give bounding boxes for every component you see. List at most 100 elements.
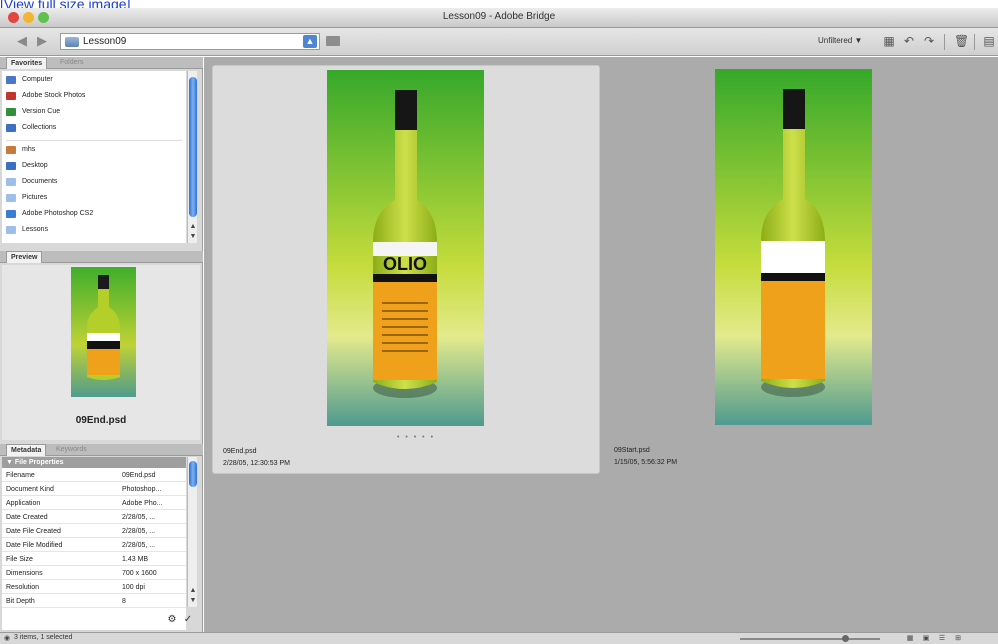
metadata-row: Application Adobe Pho... (2, 497, 186, 510)
thumbnail-image: OLIO (327, 70, 484, 426)
thumbnail-item-09end[interactable]: OLIO • • • • • 09End.psd 2/28/05, 12:30:… (212, 65, 600, 474)
metadata-value: 100 dpi (122, 584, 145, 591)
back-button[interactable]: ◀ (14, 33, 30, 49)
metadata-value: 1.43 MB (122, 556, 149, 563)
forward-button[interactable]: ▶ (34, 33, 50, 49)
thumbnail-date: 1/15/05, 5:56:32 PM (614, 459, 678, 466)
rotate-left-icon[interactable]: ↶ (902, 34, 916, 48)
thumbnail-size-slider-knob[interactable] (841, 635, 849, 642)
metadata-value: 2/28/05, ... (122, 542, 156, 549)
metadata-row: Date File Modified 2/28/05, ... (2, 539, 186, 552)
thumbnail-view-icon[interactable]: ▣ (920, 634, 932, 643)
favorite-item-documents[interactable]: Documents (6, 174, 182, 190)
details-view-icon[interactable]: ☰ (936, 634, 948, 643)
metadata-key: Document Kind (6, 486, 54, 493)
metadata-value: 2/28/05, ... (122, 514, 156, 521)
path-dropdown-button[interactable]: ▲ (303, 35, 317, 48)
metadata-key: Date Created (6, 514, 48, 521)
thumbnail-item-09start[interactable]: 09Start.psd 1/15/05, 5:56:32 PM (604, 65, 992, 474)
scrollbar-thumb[interactable] (189, 77, 197, 217)
preview-filename: 09End.psd (75, 415, 127, 426)
metadata-scrollbar[interactable]: ▲ ▼ (187, 457, 197, 607)
go-to-parent-icon[interactable] (326, 36, 340, 46)
favorite-item-label: Pictures (22, 194, 48, 201)
scroll-down-arrow-icon[interactable]: ▼ (188, 596, 198, 606)
metadata-options-icon[interactable]: ⚙ (166, 614, 178, 626)
title-bar: Lesson09 - Adobe Bridge (0, 8, 998, 28)
versions-view-icon[interactable]: ⊞ (952, 634, 964, 643)
filmstrip-view-icon[interactable]: ▦ (904, 634, 916, 643)
favorites-list: Computer Adobe Stock Photos Version Cue … (2, 71, 186, 243)
chevron-updown-icon: ▲ (305, 36, 315, 46)
favorite-item-desktop[interactable]: Desktop (6, 158, 182, 174)
favorite-item-label: mhs (22, 146, 36, 153)
metadata-row: File Size 1.43 MB (2, 553, 186, 566)
thumbnail-filename: 09End.psd (223, 448, 257, 455)
metadata-key: Resolution (6, 584, 40, 591)
metadata-value: 8 (122, 598, 126, 605)
compact-mode-icon[interactable]: ▤ (982, 34, 996, 48)
scroll-up-arrow-icon[interactable]: ▲ (188, 586, 198, 596)
tab-keywords[interactable]: Keywords (52, 444, 91, 456)
thumbnail-date: 2/28/05, 12:30:53 PM (223, 460, 290, 467)
look-in-menu[interactable]: Lesson09 ▲ (60, 33, 320, 50)
tab-favorites[interactable]: Favorites (6, 57, 48, 69)
metadata-key: Date File Modified (6, 542, 63, 549)
rating-dots[interactable]: • • • • • (397, 434, 435, 441)
scroll-up-arrow-icon[interactable]: ▲ (188, 222, 198, 232)
metadata-key: Date File Created (6, 528, 61, 535)
favorite-item-label: Lessons (22, 226, 49, 233)
metadata-value: 09End.psd (122, 472, 156, 479)
favorite-item-version-cue[interactable]: Version Cue (6, 104, 182, 120)
favorite-item-mhs[interactable]: mhs (6, 142, 182, 158)
preview-pane: 09End.psd (2, 265, 200, 440)
metadata-key: Bit Depth (6, 598, 35, 605)
eye-icon[interactable]: ◉ (4, 634, 12, 643)
favorite-item-label: Adobe Stock Photos (22, 92, 86, 99)
favorite-item-collections[interactable]: Collections (6, 120, 182, 136)
scrollbar-thumb[interactable] (189, 461, 197, 487)
metadata-key: Filename (6, 472, 35, 479)
favorite-item-lessons[interactable]: Lessons (6, 222, 182, 238)
thumbnail-filename: 09Start.psd (614, 447, 650, 454)
favorite-item-adobe-stock-photos[interactable]: Adobe Stock Photos (6, 88, 182, 104)
forward-arrow-icon: ▶ (37, 33, 47, 48)
favorite-item-label: Computer (22, 76, 53, 83)
metadata-key: File Size (6, 556, 33, 563)
photoshop-icon (6, 210, 16, 218)
filter-menu[interactable]: Unfiltered ▼ (818, 36, 862, 45)
favorite-item-adobe-photoshop-cs2[interactable]: Adobe Photoshop CS2 (6, 206, 182, 222)
folder-icon (65, 37, 79, 47)
metadata-row: Dimensions 700 x 1600 (2, 567, 186, 580)
favorite-item-pictures[interactable]: Pictures (6, 190, 182, 206)
metadata-row: Filename 09End.psd (2, 469, 186, 482)
apply-metadata-icon[interactable]: ✓ (182, 614, 194, 626)
folder-icon (6, 178, 16, 186)
thumbnail-size-slider[interactable] (740, 638, 880, 640)
new-folder-icon[interactable]: ▦ (882, 34, 896, 48)
file-properties-section[interactable]: ▼ File Properties (2, 457, 186, 468)
favorites-scrollbar[interactable]: ▲ ▼ (187, 71, 197, 243)
status-bar: ◉ 3 items, 1 selected ▦ ▣ ☰ ⊞ (0, 632, 998, 644)
toolbar: ◀ ▶ Lesson09 ▲ Unfiltered ▼ ▦ ↶ ↷ 🗑 ▤ (0, 28, 998, 56)
tab-preview[interactable]: Preview (6, 251, 43, 263)
favorite-item-label: Collections (22, 124, 57, 131)
collections-icon (6, 124, 16, 132)
metadata-value: 700 x 1600 (122, 570, 157, 577)
tab-metadata[interactable]: Metadata (6, 444, 47, 456)
computer-icon (6, 76, 16, 84)
favorite-item-computer[interactable]: Computer (6, 72, 182, 88)
content-area: OLIO • • • • • 09End.psd 2/28/05, 12:30:… (204, 57, 998, 632)
tab-folders[interactable]: Folders (56, 57, 87, 69)
trash-icon[interactable]: 🗑 (954, 34, 969, 48)
metadata-tabs: Metadata Keywords (0, 444, 203, 456)
rotate-right-icon[interactable]: ↷ (922, 34, 936, 48)
desktop-icon (6, 162, 16, 170)
home-icon (6, 146, 16, 154)
scroll-down-arrow-icon[interactable]: ▼ (188, 232, 198, 242)
toolbar-divider (944, 34, 945, 50)
version-cue-icon (6, 108, 16, 116)
thumbnail-image (715, 69, 872, 425)
metadata-value: Adobe Pho... (122, 500, 163, 507)
wine-label-text: OLIO (383, 254, 427, 274)
